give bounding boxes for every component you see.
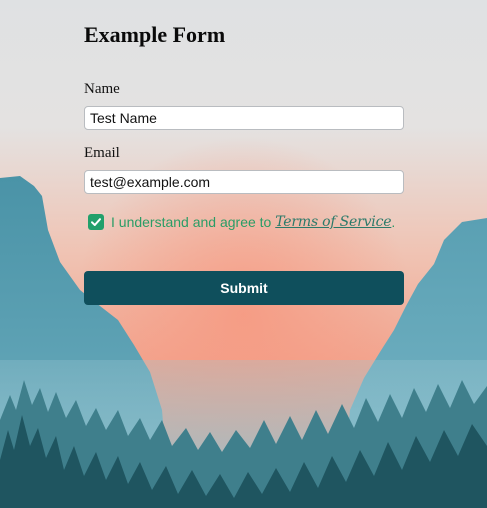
submit-button[interactable]: Submit [84, 271, 404, 305]
name-label: Name [84, 81, 120, 97]
terms-of-service-link[interactable]: Terms of Service [275, 214, 391, 230]
name-input[interactable] [84, 106, 404, 130]
email-label: Email [84, 145, 120, 161]
form-title: Example Form [84, 22, 226, 47]
email-input[interactable] [84, 170, 404, 194]
consent-period: . [391, 214, 396, 230]
terms-consent-row: I understand and agree to Terms of Servi… [88, 213, 395, 231]
terms-checkbox[interactable] [88, 214, 104, 230]
background-landscape-image [0, 0, 487, 508]
check-icon [91, 218, 101, 226]
consent-text: I understand and agree to [111, 214, 276, 230]
